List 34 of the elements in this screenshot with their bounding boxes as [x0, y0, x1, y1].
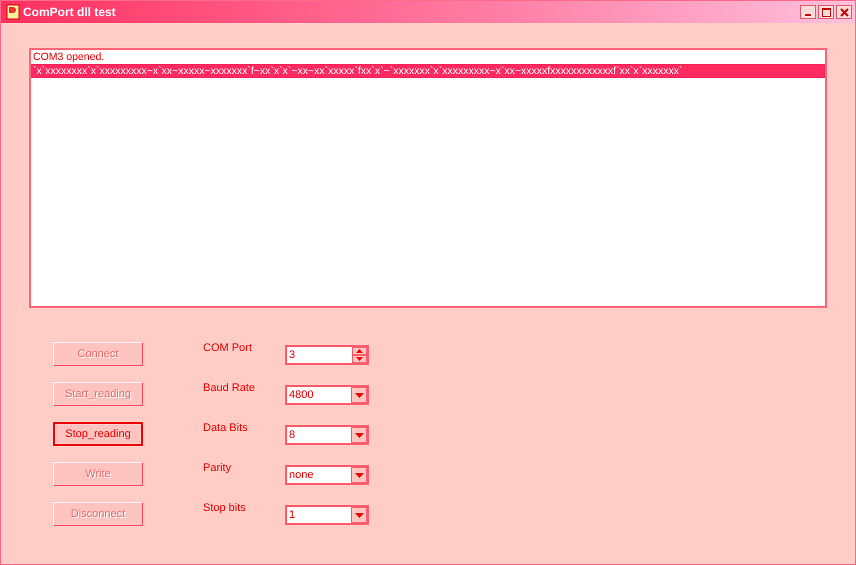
- down-arrow-icon: [354, 392, 364, 398]
- close-button[interactable]: [836, 5, 852, 19]
- minimize-button[interactable]: [800, 5, 816, 19]
- minimize-icon: [805, 14, 811, 16]
- close-icon: [840, 8, 848, 16]
- window-title: ComPort dll test: [23, 5, 116, 19]
- setting-label: COM Port: [203, 342, 253, 354]
- spin-up-button[interactable]: [352, 347, 367, 355]
- dropdown-button[interactable]: [351, 507, 367, 523]
- dropdown-button[interactable]: [351, 387, 367, 403]
- down-arrow-icon: [356, 357, 363, 361]
- app-icon: [6, 4, 20, 20]
- down-arrow-icon: [354, 472, 364, 478]
- dropdown-field[interactable]: 8: [285, 425, 369, 445]
- dropdown-field[interactable]: none: [285, 465, 369, 485]
- spin-down-button[interactable]: [352, 355, 367, 363]
- setting-label: Stop bits: [203, 502, 247, 514]
- up-arrow-icon: [356, 349, 363, 353]
- down-arrow-icon: [354, 432, 364, 438]
- dropdown-button[interactable]: [351, 467, 367, 483]
- log-list[interactable]: COM3 opened. `x`xxxxxxxx`x`xxxxxxxxx~x`xx~xxxxx~xxxxxxx`f~xx`x`x`~xx~xx`xxxxx`fxx`x`~`xxxxxxx`x`xxxxxxxxx~x`xx~xxxxxfxxxxxxxxxxxxf`xx`x`xxxxxxx`: [29, 48, 827, 308]
- maximize-icon: [822, 8, 830, 16]
- setting-label: Data Bits: [203, 422, 249, 434]
- action-button[interactable]: Stop_reading: [53, 422, 143, 446]
- spin-field[interactable]: 3: [285, 345, 369, 365]
- setting-label: Baud Rate: [203, 382, 256, 394]
- down-arrow-icon: [354, 512, 364, 518]
- dropdown-field[interactable]: 4800: [285, 385, 369, 405]
- maximize-button[interactable]: [818, 5, 834, 19]
- log-entry[interactable]: `x`xxxxxxxx`x`xxxxxxxxx~x`xx~xxxxx~xxxxxxx`f~xx`x`x`~xx~xx`xxxxx`fxx`x`~`xxxxxxx`x`xxxxxxxxx~x`xx~xxxxxfxxxxxxxxxxxxf`xx`x`xxxxxxx`: [31, 64, 825, 78]
- log-entry[interactable]: COM3 opened.: [31, 50, 825, 64]
- dropdown-button[interactable]: [351, 427, 367, 443]
- setting-label: Parity: [203, 462, 232, 474]
- dropdown-field[interactable]: 1: [285, 505, 369, 525]
